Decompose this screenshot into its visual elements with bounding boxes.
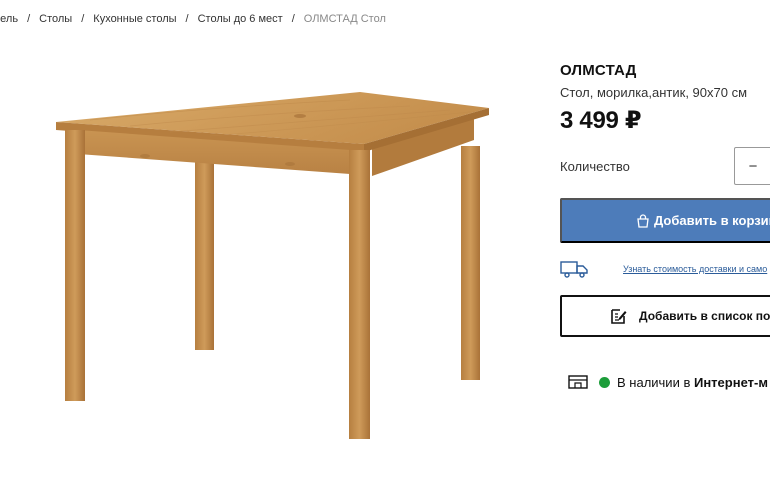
breadcrumb-item-kitchen-tables[interactable]: Кухонные столы — [93, 13, 176, 25]
quantity-label: Количество — [560, 159, 630, 174]
stock-status: В наличии в Интернет-м — [568, 372, 770, 392]
add-to-cart-label: Добавить в корзин — [654, 213, 770, 228]
quantity-stepper[interactable]: − — [734, 147, 770, 185]
breadcrumb-separator: / — [27, 13, 31, 25]
shopping-bag-icon — [637, 213, 649, 228]
add-to-list-label: Добавить в список пок — [639, 309, 770, 323]
breadcrumb-separator: / — [185, 13, 189, 25]
table-front-right-leg — [349, 150, 370, 439]
store-icon — [568, 375, 588, 389]
product-description: Стол, морилка,антик, 90x70 см — [560, 85, 748, 100]
breadcrumb-item-tables[interactable]: Столы — [39, 13, 72, 25]
breadcrumb-item-furniture[interactable]: бель — [0, 13, 18, 25]
breadcrumb-current: ОЛМСТАД Стол — [303, 13, 386, 25]
stock-status-text: В наличии в — [617, 374, 691, 390]
breadcrumb-item-tables-6-seats[interactable]: Столы до 6 мест — [198, 13, 283, 25]
quantity-decrease-button[interactable]: − — [735, 148, 770, 184]
product-title: ОЛМСТАД — [560, 62, 637, 79]
delivery-cost-link[interactable]: Узнать стоимость доставки и само — [623, 264, 767, 274]
breadcrumb-separator: / — [81, 13, 85, 25]
product-price: 3 499 ₽ — [560, 107, 642, 134]
table-back-left-leg — [195, 160, 214, 350]
status-dot-icon — [599, 376, 610, 388]
table-back-right-leg — [461, 146, 480, 380]
breadcrumb-separator: / — [291, 13, 295, 25]
delivery-info: Узнать стоимость доставки и само — [560, 258, 770, 280]
edit-list-icon — [611, 308, 627, 324]
add-to-cart-button[interactable]: Добавить в корзин — [560, 198, 770, 243]
stock-place-link[interactable]: Интернет-м — [694, 375, 768, 390]
breadcrumb: бель / Столы / Кухонные столы / Столы до 6 мес… — [0, 13, 386, 25]
product-image[interactable] — [50, 86, 496, 442]
truck-icon — [560, 261, 588, 278]
product-info-panel: ОЛМСТАД Стол, морилка,антик, 90x70 см 3 … — [560, 0, 770, 481]
table-front-left-leg — [65, 130, 85, 401]
add-to-shopping-list-button[interactable]: Добавить в список пок — [560, 295, 770, 337]
